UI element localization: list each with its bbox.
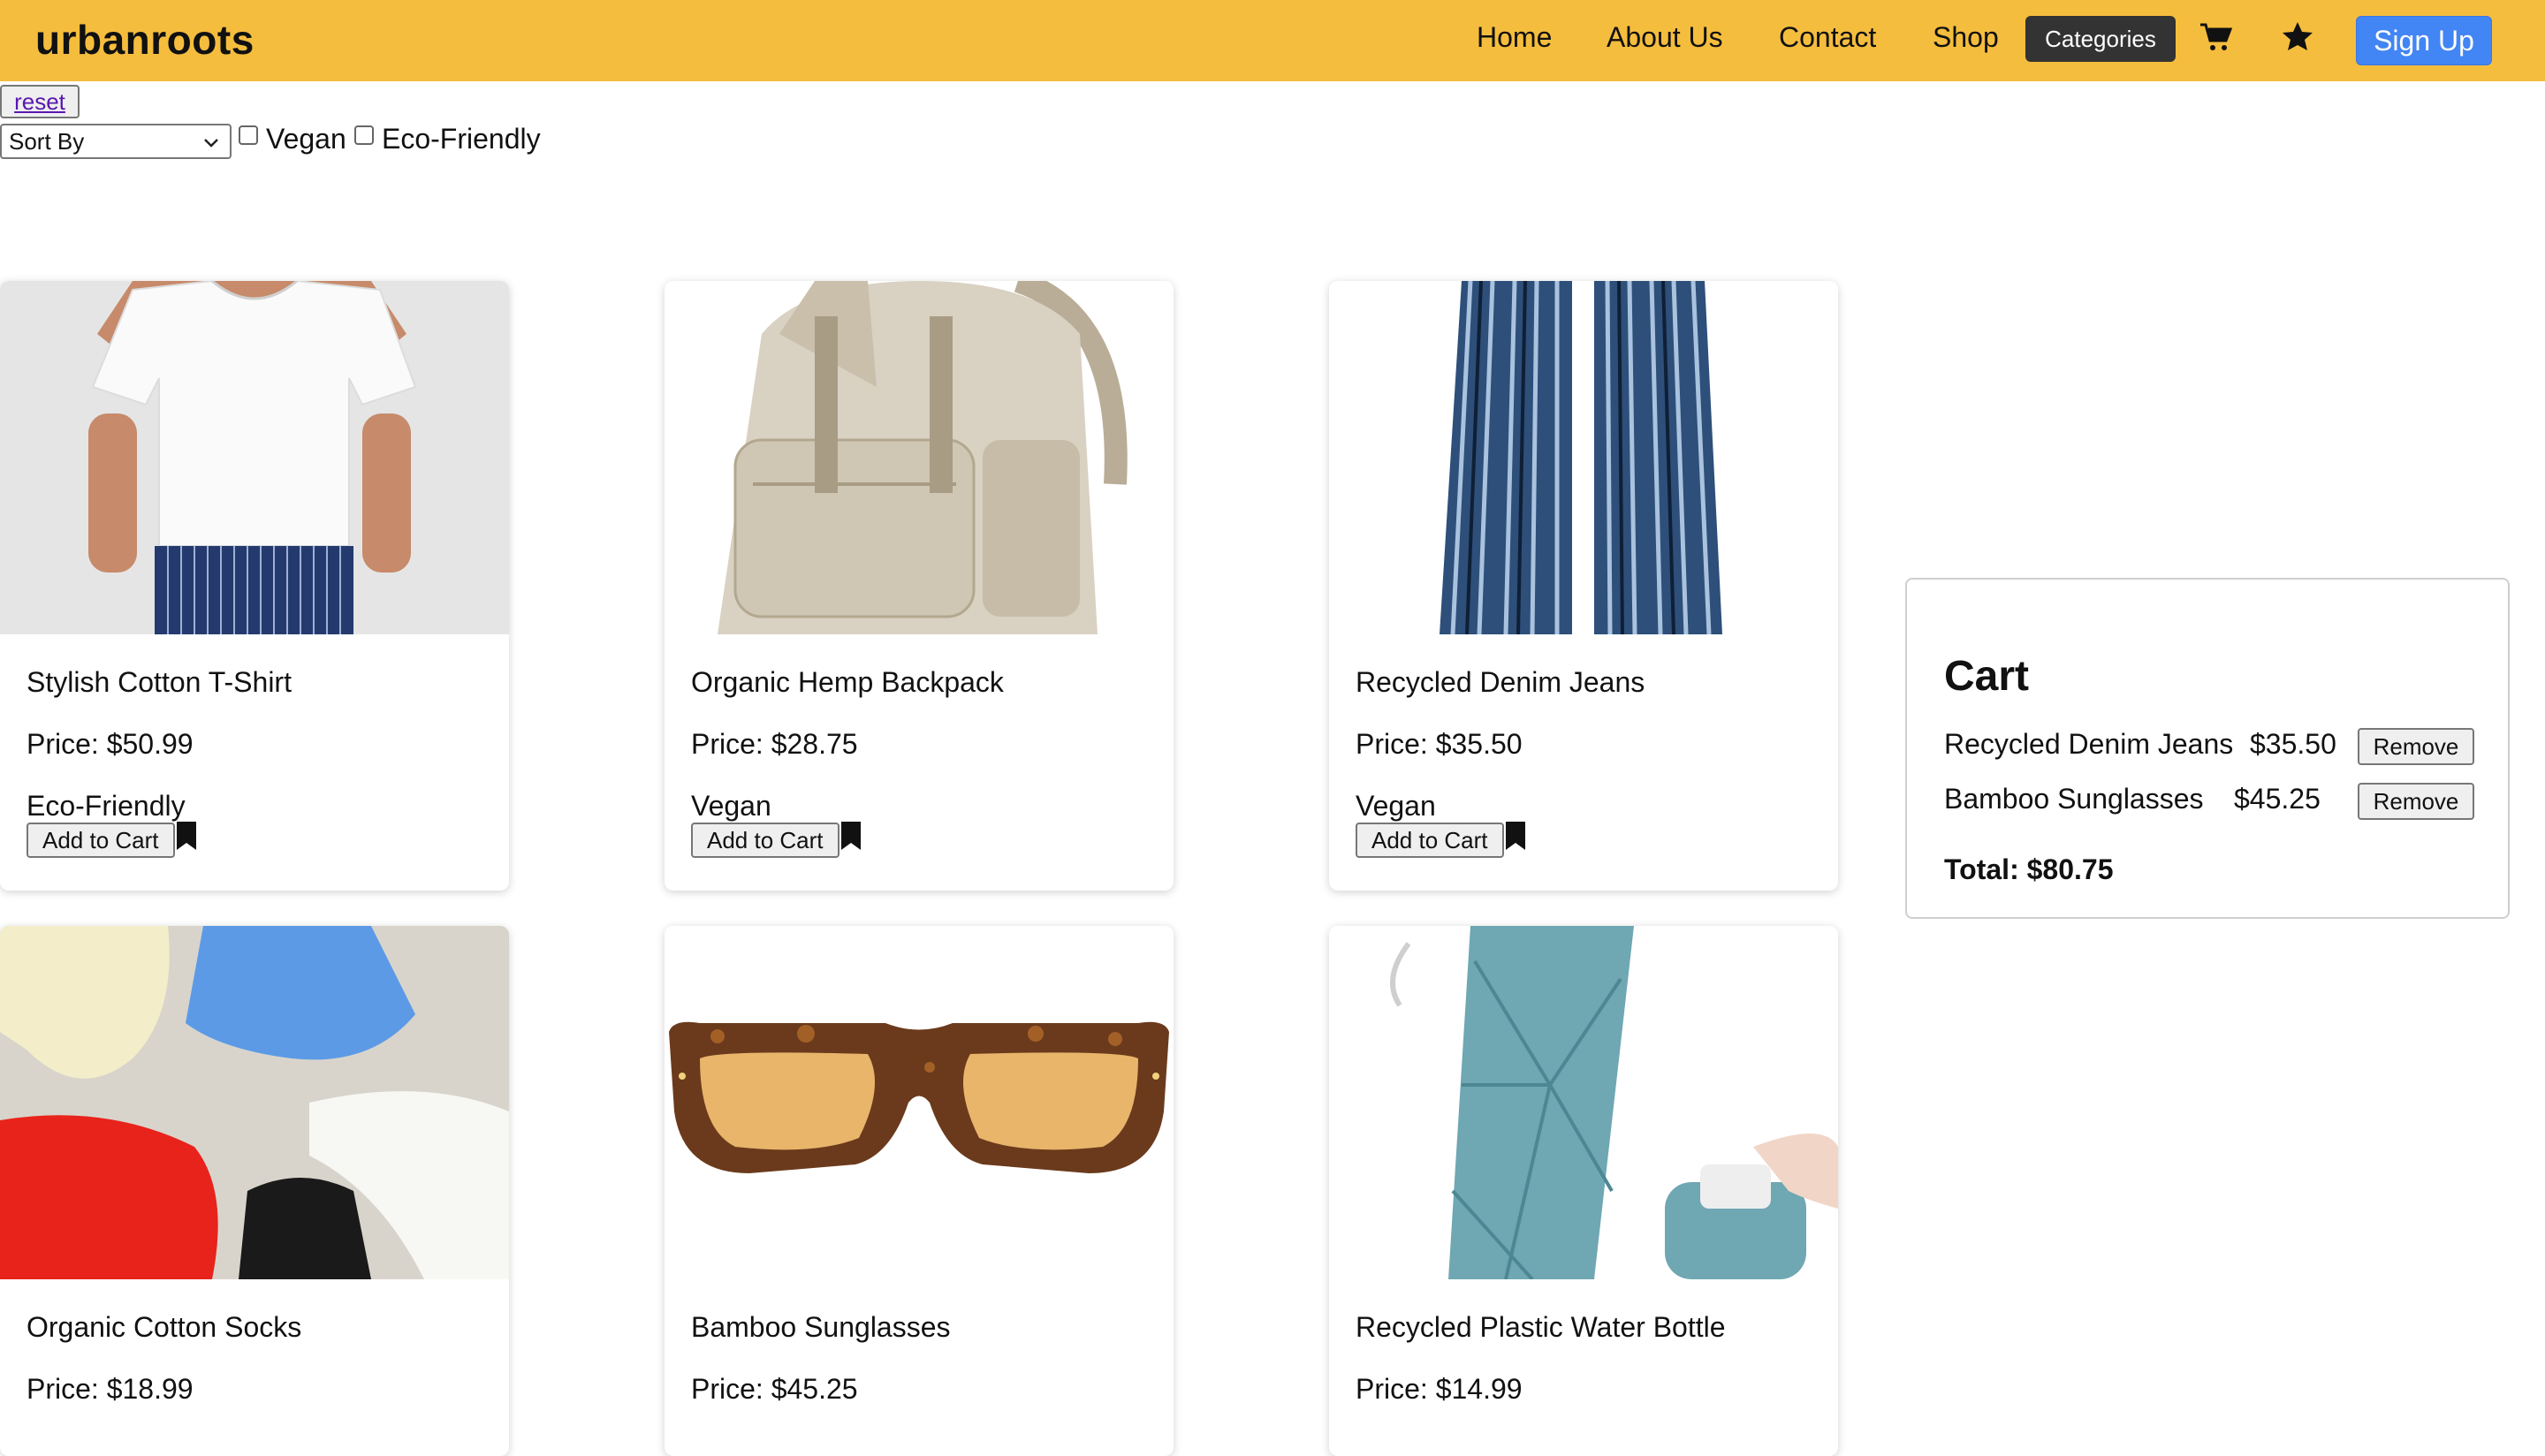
product-card: Recycled Denim Jeans Price: $35.50 Vegan… [1329, 281, 1838, 891]
product-name: Organic Hemp Backpack [691, 666, 1004, 698]
product-name: Organic Cotton Socks [27, 1311, 302, 1343]
product-card: Stylish Cotton T-Shirt Price: $50.99 Eco… [0, 281, 509, 891]
product-card: Organic Cotton Socks Price: $18.99 [0, 926, 509, 1456]
product-price: Price: $50.99 [27, 728, 194, 760]
cart-total: Total: $80.75 [1944, 853, 2114, 885]
vegan-checkbox[interactable] [239, 125, 258, 145]
nav-about-link[interactable]: About Us [1607, 21, 1723, 54]
nav-contact-link[interactable]: Contact [1779, 21, 1876, 54]
brand-logo[interactable]: urbanroots [35, 16, 254, 64]
product-price: Price: $18.99 [27, 1373, 194, 1405]
top-navigation-bar: urbanroots Home About Us Contact Shop Ca… [0, 0, 2545, 81]
remove-button[interactable]: Remove [2358, 783, 2474, 820]
product-card: Organic Hemp Backpack Price: $28.75 Vega… [665, 281, 1174, 891]
add-to-cart-button[interactable]: Add to Cart [691, 823, 839, 858]
product-image-socks [0, 926, 509, 1279]
cart-panel: Cart Recycled Denim Jeans $35.50 Remove … [1905, 578, 2510, 919]
product-image-jeans [1329, 281, 1838, 634]
cart-item-name: Bamboo Sunglasses [1944, 783, 2204, 815]
bookmark-icon[interactable] [839, 820, 862, 852]
chevron-down-icon [204, 139, 218, 148]
vegan-label: Vegan [266, 123, 346, 155]
categories-button[interactable]: Categories [2025, 16, 2176, 62]
product-price: Price: $35.50 [1356, 728, 1523, 760]
product-image-water-bottle [1329, 926, 1838, 1279]
nav-home-link[interactable]: Home [1477, 21, 1552, 54]
product-price: Price: $14.99 [1356, 1373, 1523, 1405]
eco-friendly-checkbox[interactable] [354, 125, 374, 145]
product-price: Price: $45.25 [691, 1373, 858, 1405]
nav-shop-link[interactable]: Shop [1933, 21, 1999, 54]
sort-by-select[interactable]: Sort By [0, 124, 232, 159]
cart-title: Cart [1944, 653, 2030, 700]
cart-icon[interactable] [2199, 19, 2234, 55]
product-name: Recycled Denim Jeans [1356, 666, 1645, 698]
product-tag: Vegan [1356, 790, 1436, 822]
product-price: Price: $28.75 [691, 728, 858, 760]
product-card: Recycled Plastic Water Bottle Price: $14… [1329, 926, 1838, 1456]
product-image-tshirt [0, 281, 509, 634]
product-name: Recycled Plastic Water Bottle [1356, 1311, 1726, 1343]
star-icon[interactable] [2280, 19, 2315, 55]
product-image-sunglasses [665, 926, 1174, 1279]
product-card: Bamboo Sunglasses Price: $45.25 [665, 926, 1174, 1456]
sign-up-button[interactable]: Sign Up [2356, 16, 2492, 65]
product-name: Stylish Cotton T-Shirt [27, 666, 292, 698]
add-to-cart-button[interactable]: Add to Cart [27, 823, 175, 858]
cart-item-name: Recycled Denim Jeans [1944, 728, 2234, 760]
product-tag: Vegan [691, 790, 771, 822]
product-image-backpack [665, 281, 1174, 634]
remove-button[interactable]: Remove [2358, 728, 2474, 765]
product-tag: Eco-Friendly [27, 790, 186, 822]
reset-button[interactable]: reset [0, 85, 80, 118]
sort-by-label: Sort By [9, 127, 85, 155]
eco-friendly-label: Eco-Friendly [382, 123, 541, 155]
cart-item-price: $35.50 [2250, 728, 2336, 760]
add-to-cart-button[interactable]: Add to Cart [1356, 823, 1504, 858]
bookmark-icon[interactable] [1504, 820, 1527, 852]
bookmark-icon[interactable] [175, 820, 198, 852]
product-name: Bamboo Sunglasses [691, 1311, 951, 1343]
cart-item-price: $45.25 [2234, 783, 2321, 815]
